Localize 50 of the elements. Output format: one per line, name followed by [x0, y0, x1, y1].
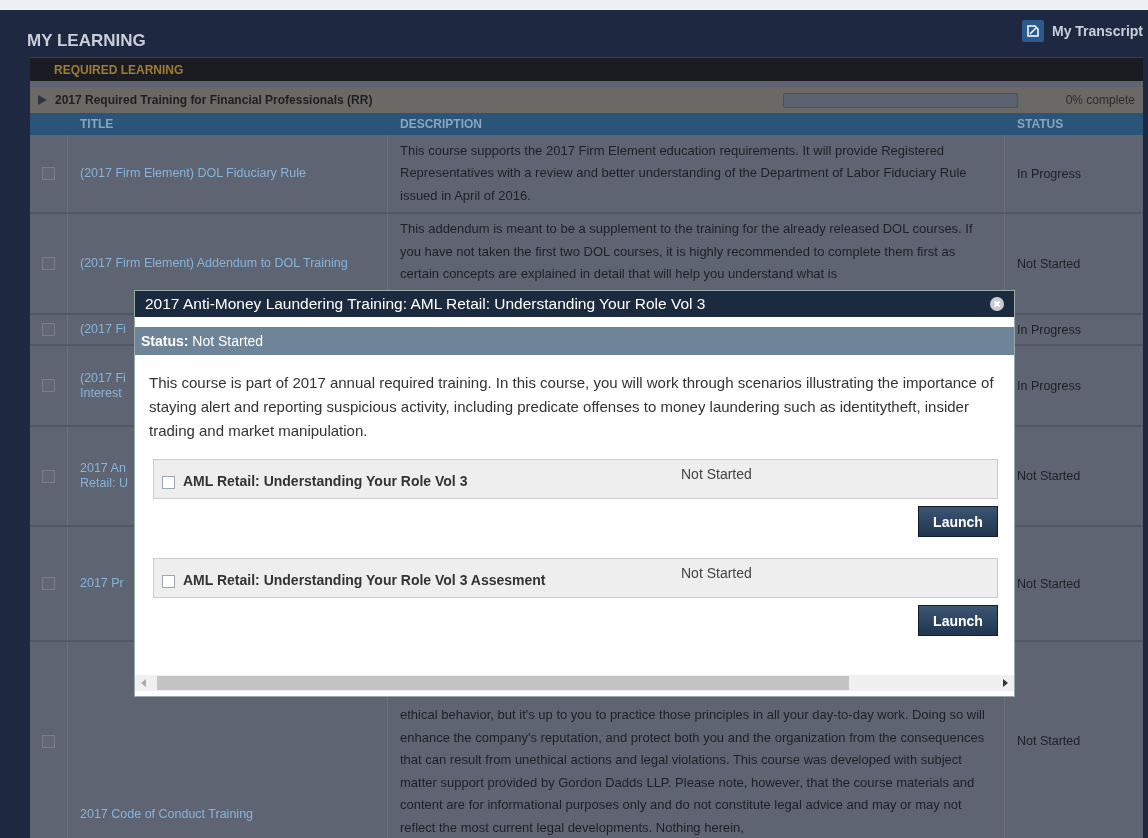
course-status: In Progress	[1017, 322, 1081, 337]
item-status: Not Started	[681, 466, 752, 482]
scroll-left-icon[interactable]	[141, 679, 146, 687]
transcript-link[interactable]: My Transcript	[1051, 23, 1143, 39]
launch-button[interactable]: Launch	[918, 506, 998, 537]
document-icon[interactable]	[1021, 20, 1044, 42]
course-title-link[interactable]: 2017 An Retail: U	[80, 461, 128, 491]
page-title: MY LEARNING	[27, 30, 146, 51]
dialog-title: 2017 Anti-Money Laundering Training: AML Retail: Understanding Your Role Vol 3	[145, 295, 706, 313]
column-header: TITLE	[80, 117, 114, 131]
course-status: Not Started	[1017, 256, 1081, 271]
row-checkbox[interactable]	[42, 577, 55, 590]
row-checkbox[interactable]	[42, 734, 55, 748]
curriculum-title: 2017 Required Training for Financial Professionals (RR)	[55, 93, 374, 107]
row-checkbox[interactable]	[42, 379, 55, 392]
item-title: AML Retail: Understanding Your Role Vol 3	[183, 473, 469, 489]
course-description: This course supports the 2017 Firm Element education requirements. It will provide Registered Representatives with a review and better understanding of the Department of Labor Fiduciary Rule issued in April of 2016.	[400, 141, 968, 205]
course-description: ethical behavior, but it's up to you to practice those principles in all your day-to-day work. Doing so will enhance the company's reputation, and protect both you and the organization from the consequences that can result from unethical actions and legal violations. This course was developed with subject matter support provided by Gordon Dadds LLP. Please note, however, that the course materials and content are for informational purposes only and do not constitute legal advice and may or may not reflect the most current legal developments. Nothing herein,	[400, 706, 986, 837]
expand-icon[interactable]	[38, 95, 47, 105]
item-checkbox[interactable]	[162, 575, 175, 588]
item-title: AML Retail: Understanding Your Role Vol 3 Assesment	[183, 572, 547, 588]
column-header: DESCRIPTION	[400, 117, 482, 131]
course-title-link[interactable]: (2017 Fi Interest	[80, 370, 126, 401]
scroll-right-icon[interactable]	[1003, 679, 1008, 687]
progress-text: 0% complete	[1065, 93, 1135, 107]
section-header: REQUIRED LEARNING	[30, 57, 1143, 81]
course-title-link[interactable]: 2017 Code of Conduct Training	[80, 807, 254, 822]
course-status: In Progress	[1017, 166, 1081, 181]
launch-button[interactable]: Launch	[918, 605, 998, 636]
course-description: This addendum is meant to be a supplement to the training for the already released DOL courses. If you have not taken the first two DOL courses, it is highly recommended to complete them first as certain concepts are explained in detail that will help you understand what is	[400, 220, 974, 283]
horizontal-scrollbar[interactable]	[135, 675, 1014, 691]
course-title-link[interactable]: (2017 Fi	[80, 322, 126, 337]
course-title-link[interactable]: (2017 Firm Element) Addendum to DOL Training	[80, 256, 348, 271]
row-checkbox[interactable]	[42, 167, 55, 180]
row-checkbox[interactable]	[42, 323, 55, 336]
course-status: Not Started	[1017, 734, 1081, 748]
dialog-status: Status: Not Started	[141, 333, 264, 349]
item-status: Not Started	[681, 565, 752, 581]
item-checkbox[interactable]	[162, 476, 175, 489]
column-header: STATUS	[1017, 117, 1064, 131]
row-checkbox[interactable]	[42, 469, 55, 483]
dialog-description: This course is part of 2017 annual required training. In this course, you will work through scenarios illustrating the importance of staying alert and reporting suspicious activity, including predicate offenses to money laundering such as identitytheft, insider trading and market manipulation.	[148, 373, 995, 441]
row-checkbox[interactable]	[42, 257, 55, 270]
course-title-link[interactable]: (2017 Firm Element) DOL Fiduciary Rule	[80, 166, 306, 181]
course-title-link[interactable]: 2017 Pr	[80, 576, 124, 591]
course-status: Not Started	[1017, 469, 1081, 483]
close-icon[interactable]	[990, 297, 1004, 311]
course-status: Not Started	[1017, 576, 1081, 591]
curriculum-row[interactable]: 2017 Required Training for Financial Professionals (RR) 0% complete	[30, 87, 1143, 113]
course-status: In Progress	[1017, 378, 1081, 393]
